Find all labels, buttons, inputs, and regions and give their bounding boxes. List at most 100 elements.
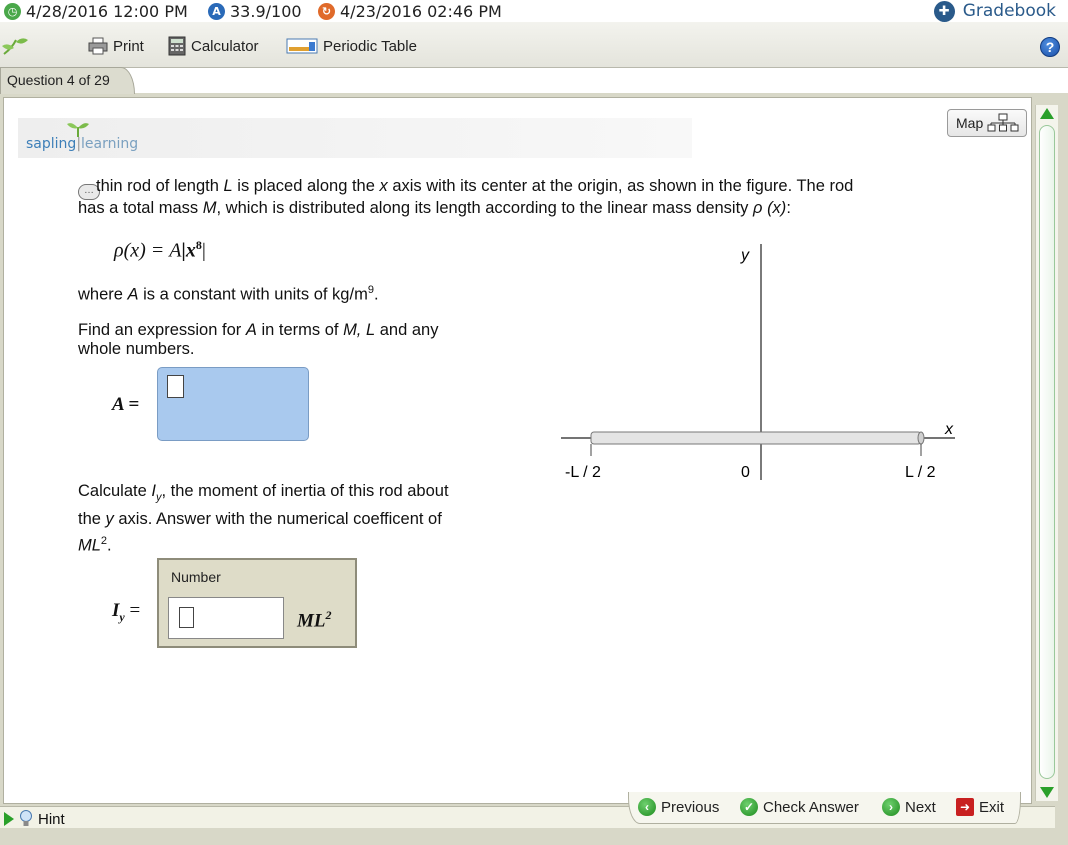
find-instruction: Find an expression for A in terms of M, … — [78, 321, 478, 359]
gradebook-link[interactable]: ✚ Gradebook — [933, 0, 1056, 22]
checkmark-icon: ✓ — [740, 798, 758, 816]
rod-end — [917, 431, 925, 445]
intro-text-3: axis with its center at the origin, as s… — [387, 177, 854, 195]
number-label: Number — [171, 569, 221, 585]
intro-text-1: thin rod of length — [96, 177, 224, 195]
map-label: Map — [956, 115, 984, 131]
hint-label: Hint — [38, 810, 65, 828]
unit-exp: 2 — [325, 608, 332, 622]
gradebook-label: Gradebook — [962, 1, 1056, 21]
check-answer-label: Check Answer — [763, 798, 859, 816]
map-button[interactable]: Map — [947, 109, 1027, 137]
calc-d: . — [107, 536, 112, 555]
iy-number-input[interactable] — [168, 597, 284, 639]
exit-button[interactable]: ➜ Exit — [956, 796, 1004, 818]
calculator-button[interactable]: Calculator — [168, 36, 259, 56]
clock-icon: ◷ — [4, 2, 21, 20]
next-button[interactable]: › Next — [882, 796, 936, 818]
where-text: where A is a constant with units of kg/m… — [78, 284, 379, 305]
print-label: Print — [113, 37, 144, 55]
calc-c: axis. Answer with the numerical coeffice… — [113, 510, 442, 529]
iy-sub: y — [119, 609, 125, 624]
var-M: M — [202, 199, 217, 217]
find-b: in terms of — [256, 321, 344, 339]
intro-text-6: : — [786, 199, 791, 217]
number-answer-box: Number ML2 — [157, 558, 357, 648]
origin-label: 0 — [741, 464, 750, 481]
exit-door-icon: ➜ — [956, 798, 974, 816]
find-c: M, L — [343, 321, 376, 339]
iy-eq: = — [129, 600, 141, 621]
score: A 33.9/100 — [208, 0, 302, 22]
scroll-down-arrow-icon[interactable] — [1040, 787, 1054, 798]
var-x: x — [379, 177, 388, 195]
x-axis-label: x — [944, 421, 954, 438]
question-number: Question 4 of 29 — [7, 72, 110, 88]
rho-x: ρ (x) — [753, 199, 787, 217]
last-date-text: 4/23/2016 02:46 PM — [340, 1, 502, 21]
exit-label: Exit — [979, 798, 1005, 816]
previous-button[interactable]: ‹ Previous — [638, 796, 719, 818]
where-b: is a constant with units of kg/m — [138, 285, 368, 304]
print-button[interactable]: Print — [88, 36, 144, 56]
iy-equals-label: Iy = — [112, 600, 140, 625]
previous-arrow-icon: ‹ — [638, 798, 656, 816]
find-a: Find an expression for — [78, 321, 246, 339]
question-intro: … thin rod of length L is placed along th… — [78, 178, 978, 217]
periodic-table-label: Periodic Table — [323, 37, 417, 55]
number-placeholder[interactable] — [179, 607, 194, 628]
periodic-table-button[interactable]: Periodic Table — [286, 36, 417, 56]
find-var-A: A — [245, 321, 257, 339]
question-tab: Question 4 of 29 — [0, 67, 135, 94]
unit-label: ML2 — [297, 608, 332, 632]
due-date-text: 4/28/2016 12:00 PM — [26, 1, 188, 21]
density-formula: ρ(x) = A|x8| — [114, 238, 206, 263]
calculator-icon — [168, 36, 186, 56]
intro-text-5: , which is distributed along its length … — [216, 199, 754, 217]
score-icon: A — [208, 2, 225, 20]
left-end-label: -L / 2 — [565, 464, 601, 481]
intro-text-4: has a total mass — [78, 199, 203, 217]
next-arrow-icon: › — [882, 798, 900, 816]
a-answer-input[interactable] — [157, 367, 309, 441]
history-icon: ↻ — [318, 2, 335, 20]
formula-lhs: ρ(x) = A — [114, 239, 182, 262]
gradebook-icon: ✚ — [933, 0, 955, 22]
right-end-label: L / 2 — [905, 464, 936, 481]
footer-strip — [0, 828, 1068, 845]
vertical-scrollbar[interactable] — [1035, 105, 1058, 801]
status-bar: ◷ 4/28/2016 12:00 PM A 33.9/100 ↻ 4/23/2… — [0, 0, 1068, 22]
formula-end: | — [201, 239, 206, 262]
map-tree-icon — [987, 113, 1019, 132]
formula-rhs: |x — [181, 239, 196, 262]
sapling-leaf-icon — [2, 38, 28, 55]
var-A: A — [127, 285, 139, 304]
where-a: where — [78, 285, 128, 304]
previous-label: Previous — [661, 798, 720, 816]
logo-word-sapling: sapling — [26, 136, 77, 152]
calc-a: Calculate — [78, 482, 152, 500]
help-icon[interactable]: ? — [1040, 37, 1060, 57]
check-answer-button[interactable]: ✓ Check Answer — [740, 796, 859, 818]
var-L: L — [223, 177, 233, 195]
intro-text-2: is placed along the — [232, 177, 380, 195]
scroll-up-arrow-icon[interactable] — [1040, 108, 1054, 119]
calc-ML: ML — [78, 536, 101, 555]
lightbulb-icon — [20, 810, 32, 826]
scroll-thumb[interactable] — [1039, 125, 1055, 779]
logo-word-learning: learning — [81, 136, 139, 152]
toolbar: Print Calculator Periodic Table ? — [0, 22, 1068, 68]
y-axis-label: y — [740, 247, 750, 264]
math-placeholder[interactable] — [167, 375, 184, 398]
calculate-instruction: Calculate Iy, the moment of inertia of t… — [78, 480, 468, 557]
next-label: Next — [905, 798, 936, 816]
calc-y: y — [105, 510, 114, 529]
rod-figure: y x -L / 2 0 L / 2 — [561, 244, 955, 481]
expand-arrow-icon[interactable] — [4, 812, 14, 826]
hint-button[interactable]: Hint — [4, 810, 65, 828]
sapling-logo: sapling|learning — [26, 136, 139, 152]
rod — [590, 431, 922, 445]
sapling-logo-icon — [67, 123, 89, 137]
last-submission: ↻ 4/23/2016 02:46 PM — [318, 0, 502, 22]
score-text: 33.9/100 — [230, 1, 302, 21]
